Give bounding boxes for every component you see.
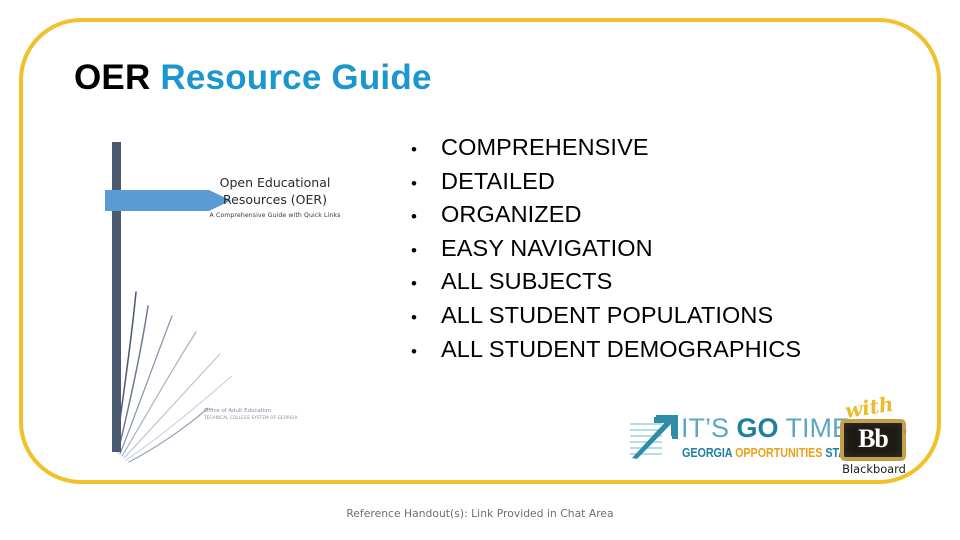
thumbnail-heading: Open Educational Resources (OER): [219, 175, 331, 207]
title-primary: OER: [74, 58, 151, 97]
list-item: • COMPREHENSIVE: [405, 131, 925, 165]
feature-bullet-list: • COMPREHENSIVE • DETAILED • ORGANIZED •…: [405, 131, 925, 366]
list-item-label: ORGANIZED: [441, 201, 582, 228]
bullet-icon: •: [411, 307, 417, 327]
logo-word-its: IT’S: [681, 413, 737, 443]
list-item-label: ALL SUBJECTS: [441, 268, 613, 295]
blackboard-bb-mark: Bb: [858, 424, 889, 453]
list-item-label: EASY NAVIGATION: [441, 234, 653, 261]
list-item-label: ALL STUDENT POPULATIONS: [441, 301, 774, 328]
list-item: • DETAILED: [405, 165, 925, 199]
bullet-icon: •: [411, 240, 417, 260]
list-item-label: DETAILED: [441, 167, 555, 194]
bullet-icon: •: [411, 341, 417, 361]
blackboard-logo-icon: Bb ®: [840, 419, 907, 461]
slide-canvas: OER Resource Guide • COMPREHENSIVE • DET…: [0, 0, 960, 540]
list-item: • ORGANIZED: [405, 198, 925, 232]
bullet-icon: •: [411, 274, 417, 294]
tagline-part-opportunities: OPPORTUNITIES: [735, 446, 823, 460]
list-item: • EASY NAVIGATION: [405, 232, 925, 266]
logo-word-go: GO: [736, 413, 779, 443]
footer-caption: Reference Handout(s): Link Provided in C…: [346, 507, 614, 520]
list-item: • ALL STUDENT POPULATIONS: [405, 299, 925, 333]
list-item: • ALL SUBJECTS: [405, 265, 925, 299]
logo-tagline: GEORGIA OPPORTUNITIES START HERE: [682, 446, 893, 460]
thumbnail-footer-line2: TECHNICAL COLLEGE SYSTEM OF GEORGIA: [204, 415, 298, 420]
thumbnail-subheading: A Comprehensive Guide with Quick Links: [209, 212, 341, 219]
bullet-icon: •: [411, 207, 417, 227]
list-item-label: ALL STUDENT DEMOGRAPHICS: [441, 335, 802, 362]
registered-trademark-icon: ®: [903, 429, 907, 435]
its-go-time-logo-lockup: IT’S GO TIME GEORGIA OPPORTUNITIES START…: [628, 392, 913, 476]
bullet-icon: •: [411, 140, 417, 159]
upward-arrow-chart-icon: [630, 415, 678, 459]
blackboard-label: Blackboard: [842, 462, 906, 476]
bullet-icon: •: [411, 173, 417, 193]
list-item: • ALL STUDENT DEMOGRAPHICS: [405, 333, 925, 367]
thumbnail-footer: Office of Adult Education TECHNICAL COLL…: [204, 408, 344, 421]
page-title: OER Resource Guide: [74, 58, 432, 98]
document-thumbnail: Open Educational Resources (OER) A Compr…: [96, 140, 346, 470]
logo-wordmark: IT’S GO TIME: [681, 412, 856, 445]
title-secondary: Resource Guide: [160, 58, 432, 97]
tagline-part-georgia: GEORGIA: [682, 446, 736, 460]
list-item-label: COMPREHENSIVE: [441, 134, 649, 160]
thumbnail-footer-line1: Office of Adult Education: [204, 408, 271, 414]
